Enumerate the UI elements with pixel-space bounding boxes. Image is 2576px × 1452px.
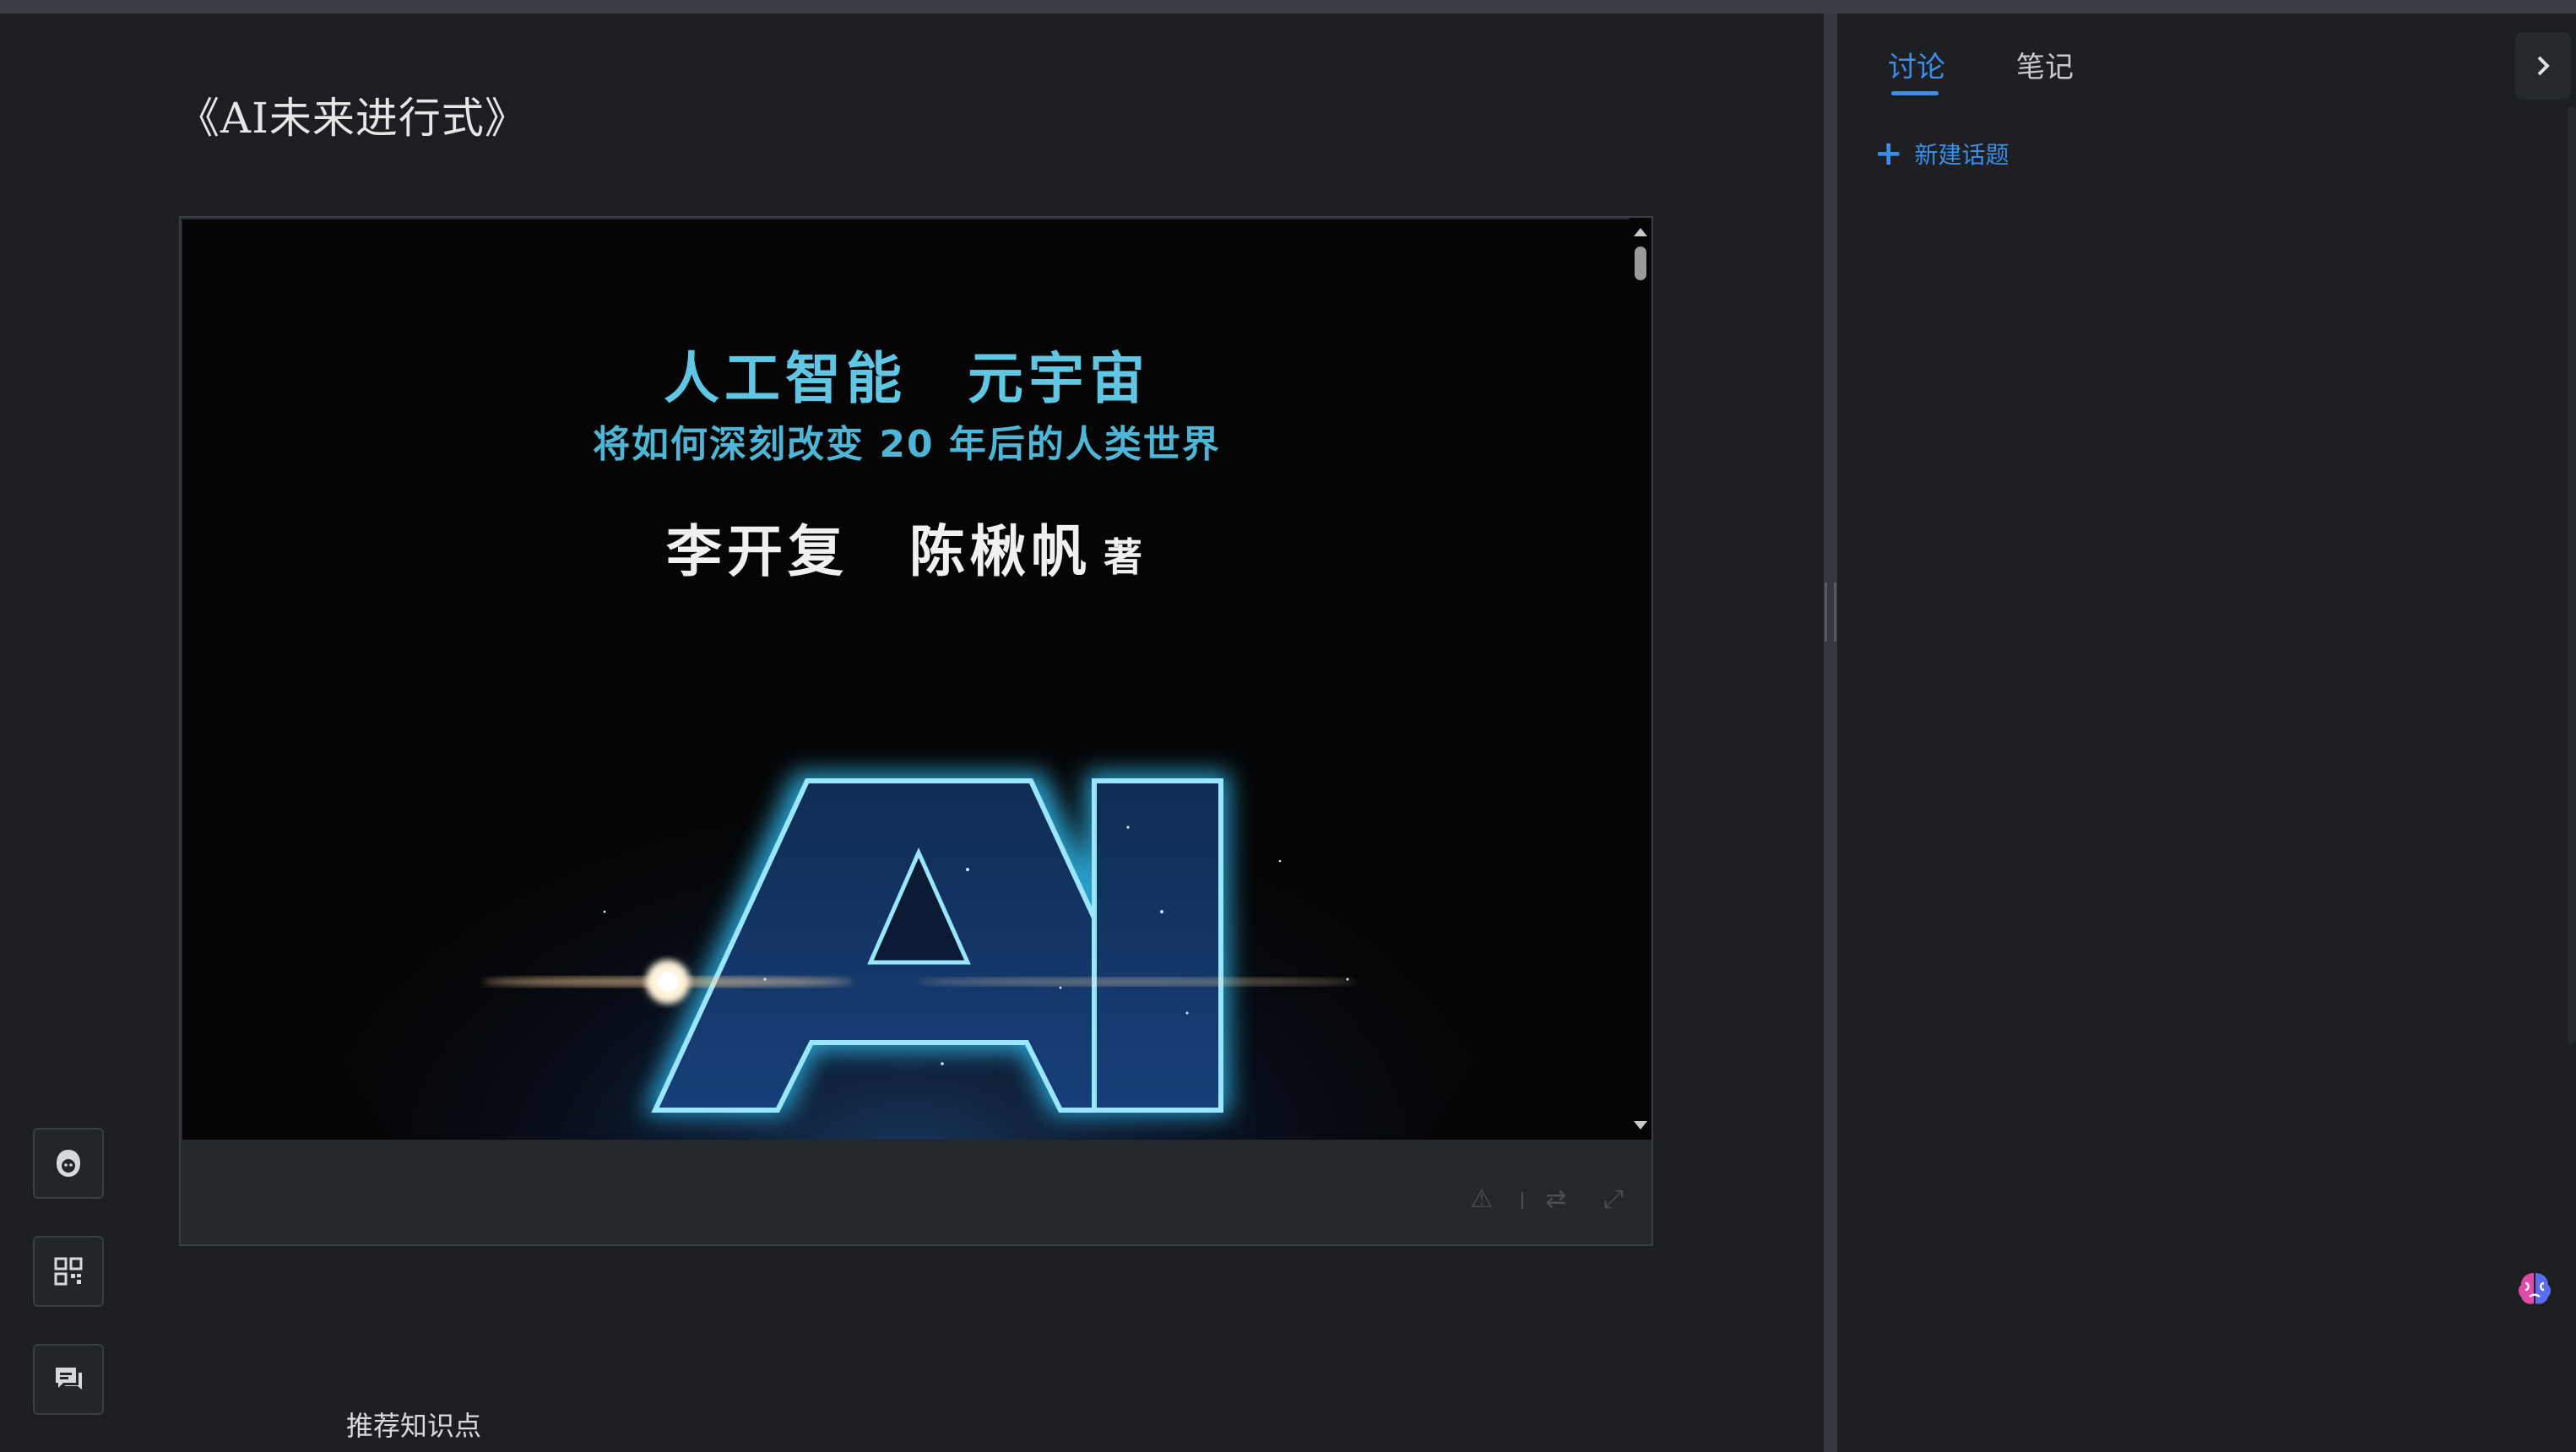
chat-icon xyxy=(56,1368,82,1390)
panel-tabs: 讨论 笔记 xyxy=(1837,14,2576,98)
chevron-right-icon xyxy=(2537,56,2550,76)
scroll-down-arrow-icon[interactable] xyxy=(1634,1121,1647,1130)
qrcode-icon xyxy=(54,1257,83,1286)
cover-subtitle-1: 人工智能 元宇宙 xyxy=(664,346,1150,411)
bot-icon xyxy=(57,1150,80,1177)
page-title: 《AI未来进行式》 xyxy=(177,94,528,143)
recommend-knowledge-label[interactable]: 推荐知识点 xyxy=(346,1405,481,1444)
tab-notes[interactable]: 笔记 xyxy=(2016,44,2074,85)
active-tab-indicator xyxy=(1891,91,1939,95)
qrcode-button[interactable] xyxy=(33,1236,104,1307)
tab-discussion[interactable]: 讨论 xyxy=(1888,44,1945,85)
resize-grip-icon[interactable] xyxy=(1825,582,1836,642)
cover-author-names: 李开复 陈楸帆 xyxy=(666,518,1092,584)
fullscreen-icon[interactable]: ⤢ xyxy=(1599,1185,1628,1214)
collapse-panel-button[interactable] xyxy=(2515,32,2571,100)
comments-button[interactable] xyxy=(33,1344,104,1415)
cover-authors: 李开复 陈楸帆著 xyxy=(182,507,1631,588)
assistant-button[interactable] xyxy=(33,1128,104,1199)
cover-author-suffix: 著 xyxy=(1104,534,1147,580)
new-topic-label: 新建话题 xyxy=(1914,141,2009,169)
scroll-up-arrow-icon[interactable] xyxy=(1634,228,1647,236)
cover-image[interactable]: 人工智能 元宇宙 将如何深刻改变 20 年后的人类世界 李开复 陈楸帆著 xyxy=(182,219,1631,1140)
scroll-thumb[interactable] xyxy=(1635,247,1646,280)
viewer-toolbar: ⚠ ⇄ ⤢ xyxy=(181,1153,1651,1244)
warning-icon[interactable]: ⚠ xyxy=(1467,1185,1496,1214)
ai-assistant-button[interactable] xyxy=(2513,1266,2557,1310)
plus-icon: + xyxy=(1874,134,1903,173)
brain-icon xyxy=(2519,1273,2551,1304)
viewer-scrollbar[interactable] xyxy=(1630,218,1651,1140)
swap-icon[interactable]: ⇄ xyxy=(1542,1185,1570,1214)
side-panel: 讨论 笔记 + 新建话题 xyxy=(1837,14,2576,1452)
new-topic-button[interactable]: + 新建话题 xyxy=(1874,137,2009,171)
cover-letter-i xyxy=(1092,778,1223,1113)
cover-subtitle-2: 将如何深刻改变 20 年后的人类世界 xyxy=(593,423,1221,466)
main-content: 《AI未来进行式》 人工智能 元宇宙 将如何深刻改变 20 年后的人类世界 李开… xyxy=(0,14,1824,1452)
top-bar xyxy=(0,0,2576,14)
panel-divider[interactable] xyxy=(1824,14,1837,1452)
panel-scrollbar[interactable] xyxy=(2568,106,2576,1043)
document-viewer[interactable]: 人工智能 元宇宙 将如何深刻改变 20 年后的人类世界 李开复 陈楸帆著 ⚠ ⇄… xyxy=(179,216,1653,1246)
toolbar-separator xyxy=(1521,1192,1523,1209)
